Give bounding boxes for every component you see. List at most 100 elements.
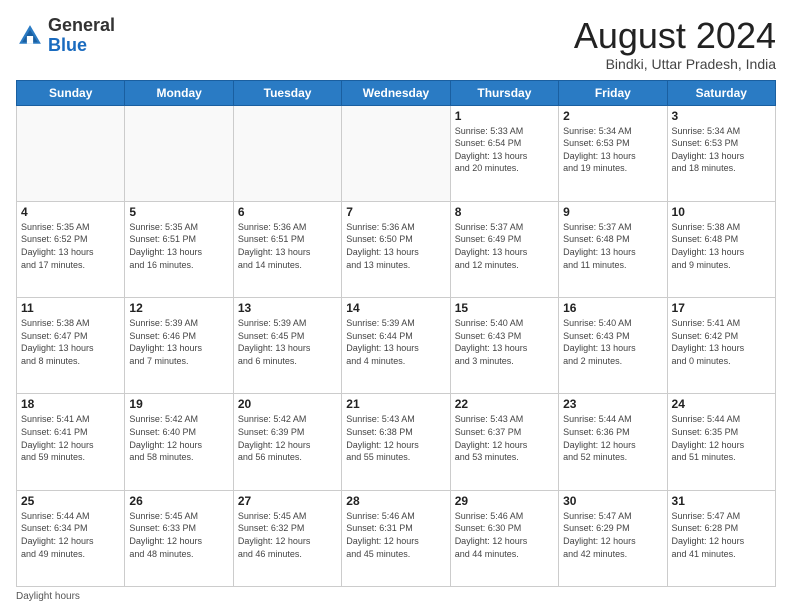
title-block: August 2024 Bindki, Uttar Pradesh, India bbox=[574, 16, 776, 72]
location-subtitle: Bindki, Uttar Pradesh, India bbox=[574, 56, 776, 72]
day-number: 22 bbox=[455, 397, 554, 411]
day-number: 12 bbox=[129, 301, 228, 315]
calendar-cell: 6 Sunrise: 5:36 AMSunset: 6:51 PMDaylight… bbox=[233, 201, 341, 297]
calendar-cell: 12 Sunrise: 5:39 AMSunset: 6:46 PMDayligh… bbox=[125, 298, 233, 394]
day-info: Sunrise: 5:46 AMSunset: 6:31 PMDaylight:… bbox=[346, 510, 445, 560]
day-info: Sunrise: 5:41 AMSunset: 6:41 PMDaylight:… bbox=[21, 413, 120, 463]
logo: General Blue bbox=[16, 16, 115, 56]
day-number: 20 bbox=[238, 397, 337, 411]
day-info: Sunrise: 5:47 AMSunset: 6:29 PMDaylight:… bbox=[563, 510, 662, 560]
footer-note: Daylight hours bbox=[16, 591, 776, 602]
logo-text: General Blue bbox=[48, 16, 115, 56]
day-number: 2 bbox=[563, 109, 662, 123]
day-info: Sunrise: 5:39 AMSunset: 6:46 PMDaylight:… bbox=[129, 317, 228, 367]
day-number: 26 bbox=[129, 494, 228, 508]
calendar-cell: 2 Sunrise: 5:34 AMSunset: 6:53 PMDaylight… bbox=[559, 105, 667, 201]
day-info: Sunrise: 5:37 AMSunset: 6:49 PMDaylight:… bbox=[455, 221, 554, 271]
day-info: Sunrise: 5:34 AMSunset: 6:53 PMDaylight:… bbox=[672, 125, 771, 175]
day-info: Sunrise: 5:46 AMSunset: 6:30 PMDaylight:… bbox=[455, 510, 554, 560]
day-info: Sunrise: 5:39 AMSunset: 6:45 PMDaylight:… bbox=[238, 317, 337, 367]
calendar-week-row: 1 Sunrise: 5:33 AMSunset: 6:54 PMDaylight… bbox=[17, 105, 776, 201]
calendar-week-row: 18 Sunrise: 5:41 AMSunset: 6:41 PMDayligh… bbox=[17, 394, 776, 490]
day-info: Sunrise: 5:45 AMSunset: 6:33 PMDaylight:… bbox=[129, 510, 228, 560]
calendar-cell: 23Sunrise: 5:44 AMSunset: 6:36 PMDayligh… bbox=[559, 394, 667, 490]
day-number: 5 bbox=[129, 205, 228, 219]
day-info: Sunrise: 5:38 AMSunset: 6:48 PMDaylight:… bbox=[672, 221, 771, 271]
calendar-cell: 15Sunrise: 5:40 AMSunset: 6:43 PMDayligh… bbox=[450, 298, 558, 394]
calendar-week-row: 25 Sunrise: 5:44 AMSunset: 6:34 PMDayligh… bbox=[17, 490, 776, 586]
calendar-cell: 7 Sunrise: 5:36 AMSunset: 6:50 PMDaylight… bbox=[342, 201, 450, 297]
calendar-week-row: 11 Sunrise: 5:38 AMSunset: 6:47 PMDayligh… bbox=[17, 298, 776, 394]
calendar-cell bbox=[17, 105, 125, 201]
day-info: Sunrise: 5:43 AMSunset: 6:37 PMDaylight:… bbox=[455, 413, 554, 463]
calendar-cell: 11 Sunrise: 5:38 AMSunset: 6:47 PMDayligh… bbox=[17, 298, 125, 394]
calendar-cell: 19Sunrise: 5:42 AMSunset: 6:40 PMDayligh… bbox=[125, 394, 233, 490]
calendar-cell: 9 Sunrise: 5:37 AMSunset: 6:48 PMDaylight… bbox=[559, 201, 667, 297]
day-number: 1 bbox=[455, 109, 554, 123]
day-number: 13 bbox=[238, 301, 337, 315]
day-number: 7 bbox=[346, 205, 445, 219]
calendar-day-header: Tuesday bbox=[233, 80, 341, 105]
calendar-day-header: Saturday bbox=[667, 80, 775, 105]
day-info: Sunrise: 5:45 AMSunset: 6:32 PMDaylight:… bbox=[238, 510, 337, 560]
day-info: Sunrise: 5:43 AMSunset: 6:38 PMDaylight:… bbox=[346, 413, 445, 463]
logo-general-text: General bbox=[48, 15, 115, 35]
day-info: Sunrise: 5:36 AMSunset: 6:50 PMDaylight:… bbox=[346, 221, 445, 271]
calendar-cell: 29 Sunrise: 5:46 AMSunset: 6:30 PMDayligh… bbox=[450, 490, 558, 586]
day-info: Sunrise: 5:40 AMSunset: 6:43 PMDaylight:… bbox=[563, 317, 662, 367]
day-number: 31 bbox=[672, 494, 771, 508]
day-info: Sunrise: 5:42 AMSunset: 6:40 PMDaylight:… bbox=[129, 413, 228, 463]
day-info: Sunrise: 5:35 AMSunset: 6:51 PMDaylight:… bbox=[129, 221, 228, 271]
calendar-cell: 24Sunrise: 5:44 AMSunset: 6:35 PMDayligh… bbox=[667, 394, 775, 490]
calendar-cell bbox=[233, 105, 341, 201]
calendar-cell: 8 Sunrise: 5:37 AMSunset: 6:49 PMDaylight… bbox=[450, 201, 558, 297]
day-number: 23 bbox=[563, 397, 662, 411]
day-number: 21 bbox=[346, 397, 445, 411]
calendar-day-header: Thursday bbox=[450, 80, 558, 105]
day-info: Sunrise: 5:40 AMSunset: 6:43 PMDaylight:… bbox=[455, 317, 554, 367]
calendar-cell bbox=[342, 105, 450, 201]
day-info: Sunrise: 5:37 AMSunset: 6:48 PMDaylight:… bbox=[563, 221, 662, 271]
day-number: 8 bbox=[455, 205, 554, 219]
day-info: Sunrise: 5:41 AMSunset: 6:42 PMDaylight:… bbox=[672, 317, 771, 367]
month-title: August 2024 bbox=[574, 16, 776, 56]
day-info: Sunrise: 5:47 AMSunset: 6:28 PMDaylight:… bbox=[672, 510, 771, 560]
calendar-day-header: Sunday bbox=[17, 80, 125, 105]
calendar-table: SundayMondayTuesdayWednesdayThursdayFrid… bbox=[16, 80, 776, 587]
calendar-cell: 31 Sunrise: 5:47 AMSunset: 6:28 PMDayligh… bbox=[667, 490, 775, 586]
day-info: Sunrise: 5:33 AMSunset: 6:54 PMDaylight:… bbox=[455, 125, 554, 175]
day-number: 11 bbox=[21, 301, 120, 315]
calendar-cell: 30 Sunrise: 5:47 AMSunset: 6:29 PMDayligh… bbox=[559, 490, 667, 586]
day-info: Sunrise: 5:35 AMSunset: 6:52 PMDaylight:… bbox=[21, 221, 120, 271]
day-number: 14 bbox=[346, 301, 445, 315]
day-info: Sunrise: 5:39 AMSunset: 6:44 PMDaylight:… bbox=[346, 317, 445, 367]
calendar-day-header: Monday bbox=[125, 80, 233, 105]
day-info: Sunrise: 5:38 AMSunset: 6:47 PMDaylight:… bbox=[21, 317, 120, 367]
day-number: 18 bbox=[21, 397, 120, 411]
day-info: Sunrise: 5:34 AMSunset: 6:53 PMDaylight:… bbox=[563, 125, 662, 175]
calendar-cell: 27Sunrise: 5:45 AMSunset: 6:32 PMDayligh… bbox=[233, 490, 341, 586]
page: General Blue August 2024 Bindki, Uttar P… bbox=[0, 0, 792, 612]
calendar-cell: 26 Sunrise: 5:45 AMSunset: 6:33 PMDayligh… bbox=[125, 490, 233, 586]
calendar-cell: 3Sunrise: 5:34 AMSunset: 6:53 PMDaylight… bbox=[667, 105, 775, 201]
day-number: 9 bbox=[563, 205, 662, 219]
day-number: 30 bbox=[563, 494, 662, 508]
calendar-day-header: Friday bbox=[559, 80, 667, 105]
day-info: Sunrise: 5:42 AMSunset: 6:39 PMDaylight:… bbox=[238, 413, 337, 463]
calendar-cell: 14 Sunrise: 5:39 AMSunset: 6:44 PMDayligh… bbox=[342, 298, 450, 394]
day-number: 6 bbox=[238, 205, 337, 219]
logo-icon bbox=[16, 22, 44, 50]
calendar-cell: 16 Sunrise: 5:40 AMSunset: 6:43 PMDayligh… bbox=[559, 298, 667, 394]
calendar-cell: 1 Sunrise: 5:33 AMSunset: 6:54 PMDaylight… bbox=[450, 105, 558, 201]
calendar-cell: 10Sunrise: 5:38 AMSunset: 6:48 PMDayligh… bbox=[667, 201, 775, 297]
day-number: 29 bbox=[455, 494, 554, 508]
day-info: Sunrise: 5:36 AMSunset: 6:51 PMDaylight:… bbox=[238, 221, 337, 271]
calendar-cell: 17 Sunrise: 5:41 AMSunset: 6:42 PMDayligh… bbox=[667, 298, 775, 394]
day-number: 25 bbox=[21, 494, 120, 508]
day-info: Sunrise: 5:44 AMSunset: 6:34 PMDaylight:… bbox=[21, 510, 120, 560]
day-number: 16 bbox=[563, 301, 662, 315]
day-number: 17 bbox=[672, 301, 771, 315]
calendar-cell: 28Sunrise: 5:46 AMSunset: 6:31 PMDayligh… bbox=[342, 490, 450, 586]
day-number: 4 bbox=[21, 205, 120, 219]
calendar-cell bbox=[125, 105, 233, 201]
